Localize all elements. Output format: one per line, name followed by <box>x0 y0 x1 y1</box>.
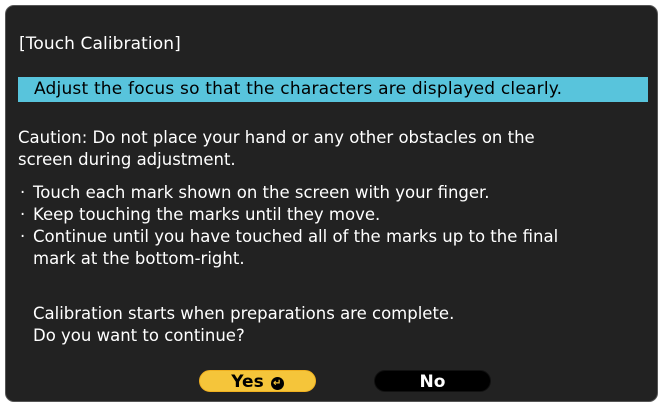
caution-message: Caution: Do not place your hand or any o… <box>18 127 535 170</box>
list-item-text: Keep touching the marks until they move. <box>33 205 381 224</box>
caution-line: screen during adjustment. <box>18 149 236 169</box>
prompt-line: Do you want to continue? <box>33 326 245 345</box>
list-item: · Continue until you have touched all of… <box>18 226 558 270</box>
list-item-text: Continue until you have touched all of t… <box>33 227 559 246</box>
yes-button[interactable]: Yes ↵ <box>199 370 316 392</box>
list-item-text: Touch each mark shown on the screen with… <box>33 183 490 202</box>
focus-instruction-text: Adjust the focus so that the characters … <box>34 79 563 99</box>
list-item-text: mark at the bottom-right. <box>33 249 245 268</box>
list-item: · Touch each mark shown on the screen wi… <box>18 182 558 204</box>
no-button-label: No <box>419 372 446 392</box>
instruction-list: · Touch each mark shown on the screen wi… <box>18 182 558 270</box>
list-item: · Keep touching the marks until they mov… <box>18 204 558 226</box>
focus-instruction-bar: Adjust the focus so that the characters … <box>18 77 648 102</box>
caution-line: Caution: Do not place your hand or any o… <box>18 128 535 147</box>
bullet-marker: · <box>20 227 26 246</box>
touch-calibration-dialog: [Touch Calibration] Adjust the focus so … <box>5 5 658 402</box>
bullet-marker: · <box>20 205 26 224</box>
continue-prompt: Calibration starts when preparations are… <box>33 303 454 347</box>
bullet-marker: · <box>20 183 26 202</box>
prompt-line: Calibration starts when preparations are… <box>33 304 455 323</box>
yes-button-label: Yes <box>231 372 264 392</box>
dialog-title: [Touch Calibration] <box>19 34 181 54</box>
no-button[interactable]: No <box>374 370 491 392</box>
enter-icon: ↵ <box>270 377 284 390</box>
